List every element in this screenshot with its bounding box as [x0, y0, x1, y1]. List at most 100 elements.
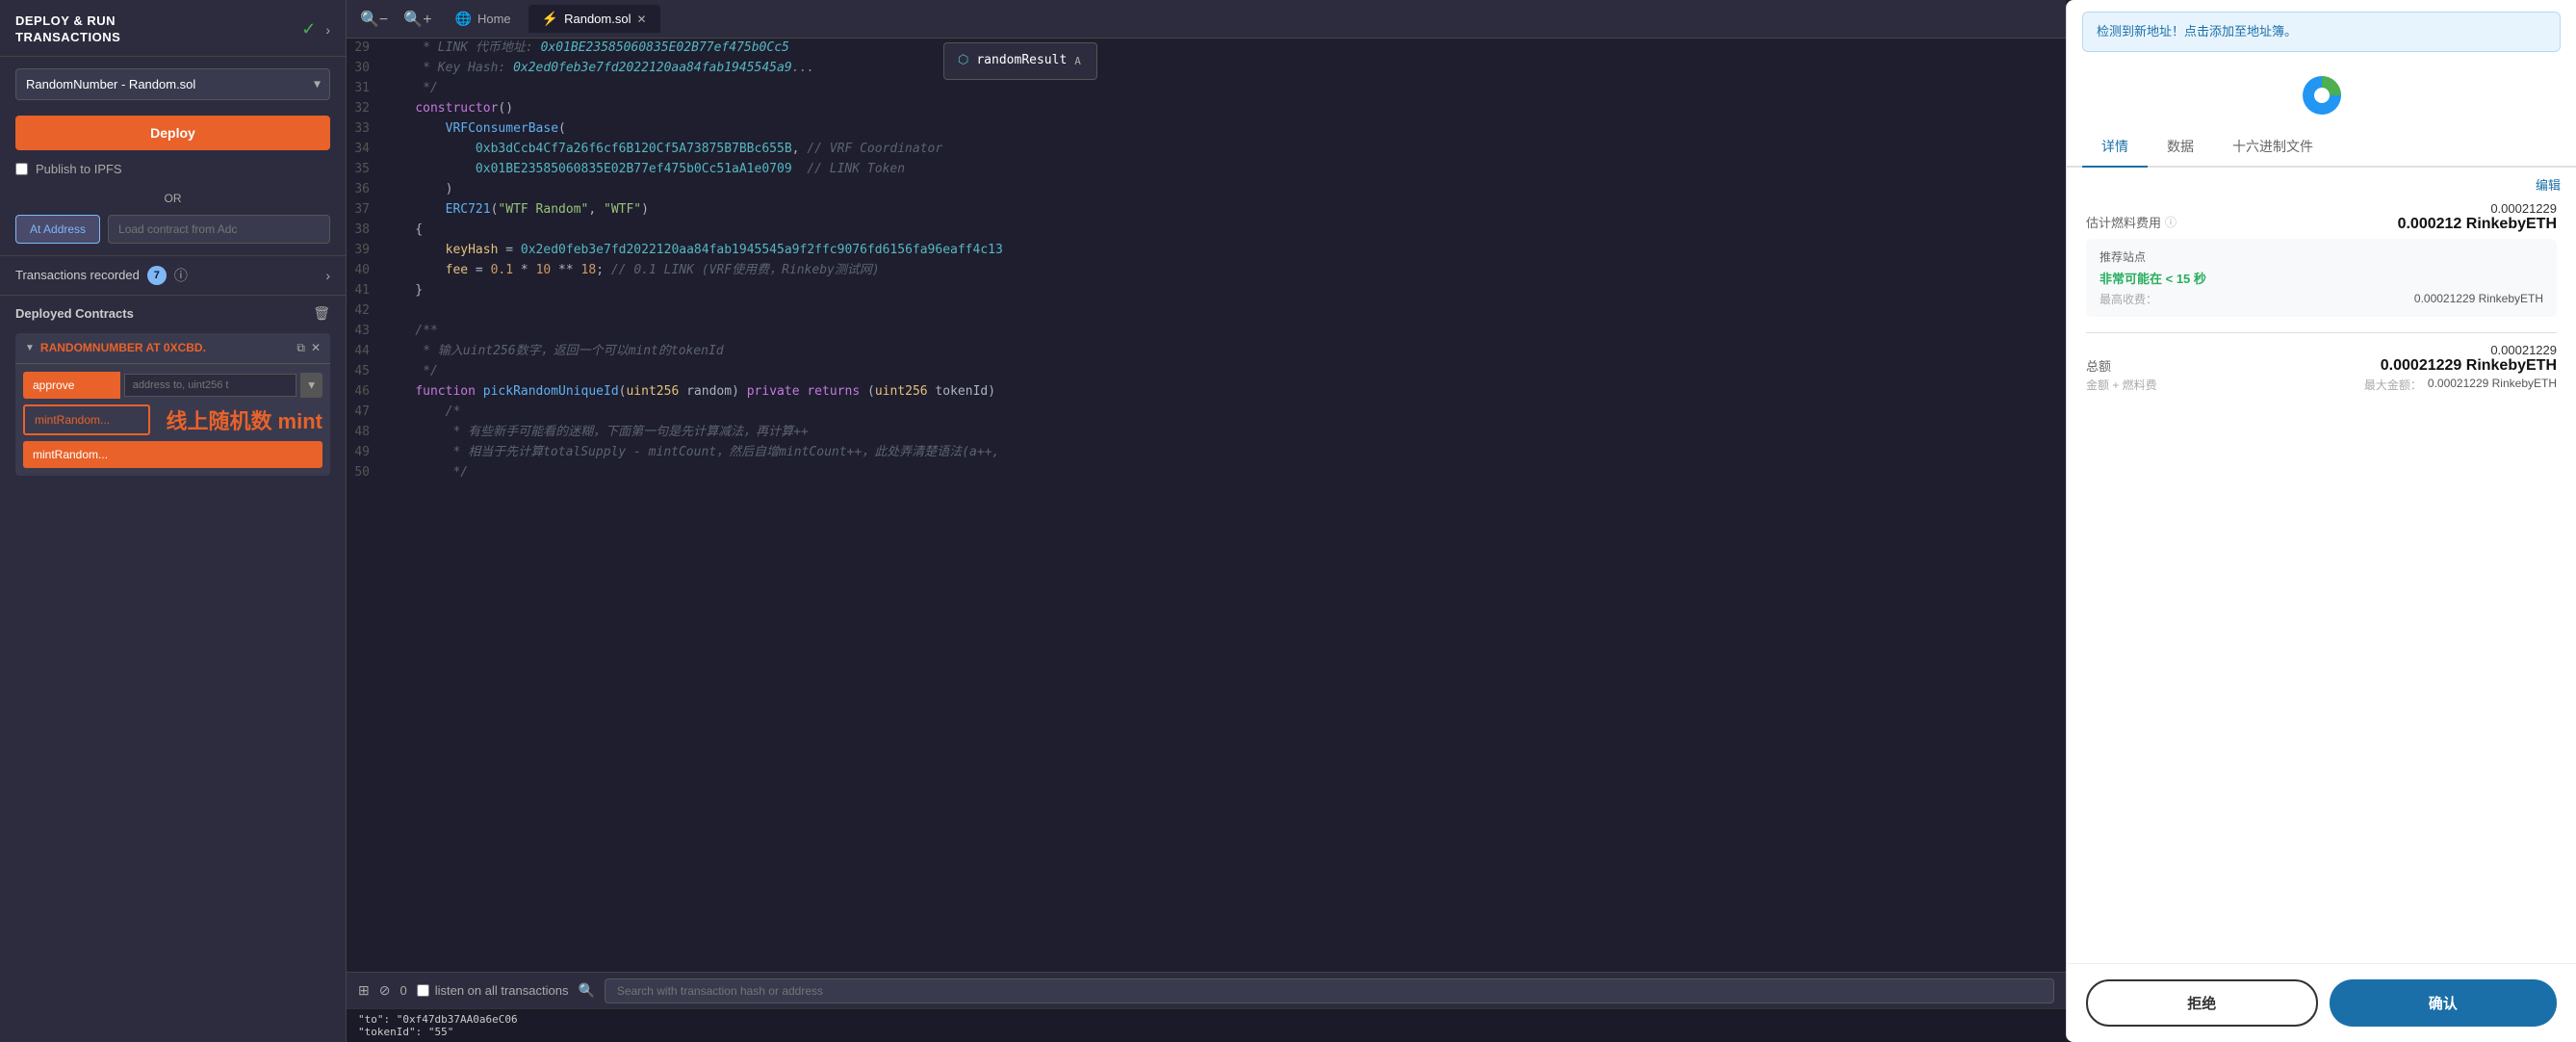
transactions-row: Transactions recorded 7 ⓘ ›	[0, 255, 346, 295]
collapse-icon[interactable]: ⊞	[358, 982, 370, 999]
approve-input[interactable]	[124, 374, 297, 397]
tab-home[interactable]: 🌐 Home	[442, 5, 525, 33]
modal-tab-details[interactable]: 详情	[2082, 127, 2148, 168]
modal-tab-data[interactable]: 数据	[2148, 127, 2213, 168]
copy-icon[interactable]: ⧉	[296, 341, 305, 355]
total-row: 总额 金额 + 燃料费 0.00021229 0.00021229 Rinkeb…	[2086, 343, 2557, 393]
reject-button[interactable]: 拒绝	[2086, 979, 2318, 1027]
code-line-44: 44 * 输入uint256数字，返回一个可以mint的tokenId	[347, 342, 2066, 362]
transactions-label: Transactions recorded 7 ⓘ	[15, 266, 188, 285]
random-sol-tab-icon: ⚡	[542, 11, 558, 27]
code-line-46: 46 function pickRandomUniqueId(uint256 r…	[347, 382, 2066, 403]
total-label-col: 总额 金额 + 燃料费	[2086, 356, 2157, 393]
approve-button[interactable]: approve	[23, 372, 120, 399]
publish-ipfs-label: Publish to IPFS	[36, 162, 122, 176]
approve-chevron-button[interactable]: ▾	[300, 373, 322, 398]
edit-link[interactable]: 编辑	[2067, 168, 2576, 194]
listen-label: listen on all transactions	[435, 983, 569, 998]
code-line-39: 39 keyHash = 0x2ed0feb3e7fd2022120aa84fa…	[347, 241, 2066, 261]
autocomplete-result-icon: ⬡	[958, 51, 968, 71]
code-line-36: 36 )	[347, 180, 2066, 200]
transactions-chevron-icon[interactable]: ›	[325, 268, 330, 283]
modal-tab-hex[interactable]: 十六进制文件	[2213, 127, 2332, 168]
code-line-34: 34 0xb3dCcb4Cf7a26f6cf6B120Cf5A73875B7BB…	[347, 140, 2066, 160]
total-label: 总额	[2086, 356, 2157, 375]
listen-checkbox[interactable]	[417, 984, 429, 997]
search-icon[interactable]: 🔍	[578, 982, 594, 999]
confirm-button[interactable]: 确认	[2330, 979, 2558, 1027]
max-fee-label: 最高收费：	[2099, 291, 2157, 307]
estimated-fee-value-col: 0.00021229 0.000212 RinkebyETH	[2398, 201, 2557, 233]
info-icon[interactable]: ⓘ	[174, 266, 188, 285]
address-row: At Address	[0, 215, 346, 255]
publish-ipfs-checkbox[interactable]	[15, 163, 28, 175]
modal-action-row: 拒绝 确认	[2067, 963, 2576, 1042]
left-panel: DEPLOY & RUNTRANSACTIONS ✓ › RandomNumbe…	[0, 0, 347, 1042]
panel-header-icons: ✓ ›	[301, 19, 330, 39]
modal-logo-row	[2067, 64, 2576, 123]
gas-label: 金额 + 燃料费	[2086, 377, 2157, 393]
check-icon: ✓	[301, 19, 316, 39]
code-line-45: 45 */	[347, 362, 2066, 382]
total-value-col: 0.00021229 0.00021229 RinkebyETH 最大金额： 0…	[2364, 343, 2557, 393]
code-line-33: 33 VRFConsumerBase(	[347, 119, 2066, 140]
search-input[interactable]	[617, 984, 2042, 998]
code-area[interactable]: ⬡ randomResult A 29 * LINK 代币地址: 0x01BE2…	[347, 39, 2066, 972]
publish-ipfs-row: Publish to IPFS	[0, 162, 346, 188]
contract-expand-icon[interactable]: ▼	[25, 343, 35, 353]
station-speed: 非常可能在 < 15 秒	[2099, 269, 2543, 287]
deploy-button[interactable]: Deploy	[15, 116, 330, 150]
editor-panel: 🔍− 🔍+ 🌐 Home ⚡ Random.sol ✕ ⬡ randomResu…	[347, 0, 2066, 1042]
station-label: 推荐站点	[2099, 248, 2543, 265]
stop-icon[interactable]: ⊘	[379, 982, 391, 999]
contract-item: ▼ RANDOMNUMBER AT 0XCBD. ⧉ ✕ approve ▾ m…	[15, 333, 330, 476]
code-line-47: 47 /*	[347, 403, 2066, 423]
random-sol-tab-label: Random.sol	[564, 12, 631, 26]
right-panel: 检测到新地址！点击添加至地址簿。 详情 数据 十六进制文件 编辑 估计燃料费用 …	[2066, 0, 2576, 1042]
total-small: 0.00021229	[2364, 343, 2557, 357]
code-line-32: 32 constructor()	[347, 99, 2066, 119]
bottom-bar: ⊞ ⊘ 0 listen on all transactions 🔍	[347, 972, 2066, 1008]
logo-pie-chart	[2298, 71, 2346, 119]
panel-header: DEPLOY & RUNTRANSACTIONS ✓ ›	[0, 0, 346, 57]
zoom-in-icon[interactable]: 🔍+	[398, 6, 437, 33]
code-line-49: 49 * 相当于先计算totalSupply - mintCount，然后自增m…	[347, 443, 2066, 463]
autocomplete-item[interactable]: ⬡ randomResult A	[944, 47, 1096, 75]
transactions-badge: 7	[147, 266, 167, 285]
contract-select[interactable]: RandomNumber - Random.sol	[15, 68, 330, 100]
code-line-42: 42	[347, 301, 2066, 322]
chevron-right-icon[interactable]: ›	[325, 22, 330, 38]
deployed-contracts-label: Deployed Contracts	[15, 306, 134, 321]
modal-content: 估计燃料费用 ⓘ 0.00021229 0.000212 RinkebyETH …	[2067, 194, 2576, 964]
at-address-button[interactable]: At Address	[15, 215, 100, 244]
panel-title: DEPLOY & RUNTRANSACTIONS	[15, 13, 120, 46]
mint-random-button[interactable]: mintRandom...	[23, 441, 322, 468]
mint-random-outlined-button[interactable]: mintRandom...	[23, 404, 150, 435]
tab-random-sol[interactable]: ⚡ Random.sol ✕	[528, 5, 660, 33]
max-total-row: 最大金额： 0.00021229 RinkebyETH	[2364, 377, 2557, 393]
zoom-out-icon[interactable]: 🔍−	[354, 6, 394, 33]
estimated-fee-section: 估计燃料费用 ⓘ 0.00021229 0.000212 RinkebyETH …	[2086, 201, 2557, 317]
max-total-label: 最大金额：	[2364, 377, 2422, 393]
contract-item-name: RANDOMNUMBER AT 0XCBD.	[40, 341, 291, 354]
notification-bar[interactable]: 检测到新地址！点击添加至地址簿。	[2082, 12, 2561, 52]
home-tab-icon: 🌐	[455, 11, 472, 27]
contract-item-header: ▼ RANDOMNUMBER AT 0XCBD. ⧉ ✕	[15, 333, 330, 364]
fee-info-icon[interactable]: ⓘ	[2165, 214, 2177, 230]
estimated-fee-label: 估计燃料费用 ⓘ	[2086, 213, 2177, 231]
tab-close-icon[interactable]: ✕	[636, 13, 646, 26]
search-bar[interactable]	[605, 978, 2054, 1003]
trash-icon[interactable]: 🗑	[313, 305, 330, 322]
contract-select-wrapper: RandomNumber - Random.sol ▾	[15, 68, 330, 100]
editor-tabs: 🔍− 🔍+ 🌐 Home ⚡ Random.sol ✕	[347, 0, 2066, 39]
max-total-value: 0.00021229 RinkebyETH	[2428, 377, 2557, 393]
tx-output-line2: "tokenId": "55"	[358, 1026, 2054, 1038]
station-max-row: 最高收费： 0.00021229 RinkebyETH	[2099, 291, 2543, 307]
code-line-41: 41 }	[347, 281, 2066, 301]
contract-buttons: approve ▾ mintRandom... 线上随机数 mint mintR…	[15, 364, 330, 476]
load-contract-input[interactable]	[108, 215, 330, 244]
divider	[2086, 332, 2557, 333]
code-line-35: 35 0x01BE23585060835E02B77ef475b0Cc51aA1…	[347, 160, 2066, 180]
code-line-29: 29 * LINK 代币地址: 0x01BE23585060835E02B77e…	[347, 39, 2066, 59]
contract-close-icon[interactable]: ✕	[311, 341, 321, 354]
